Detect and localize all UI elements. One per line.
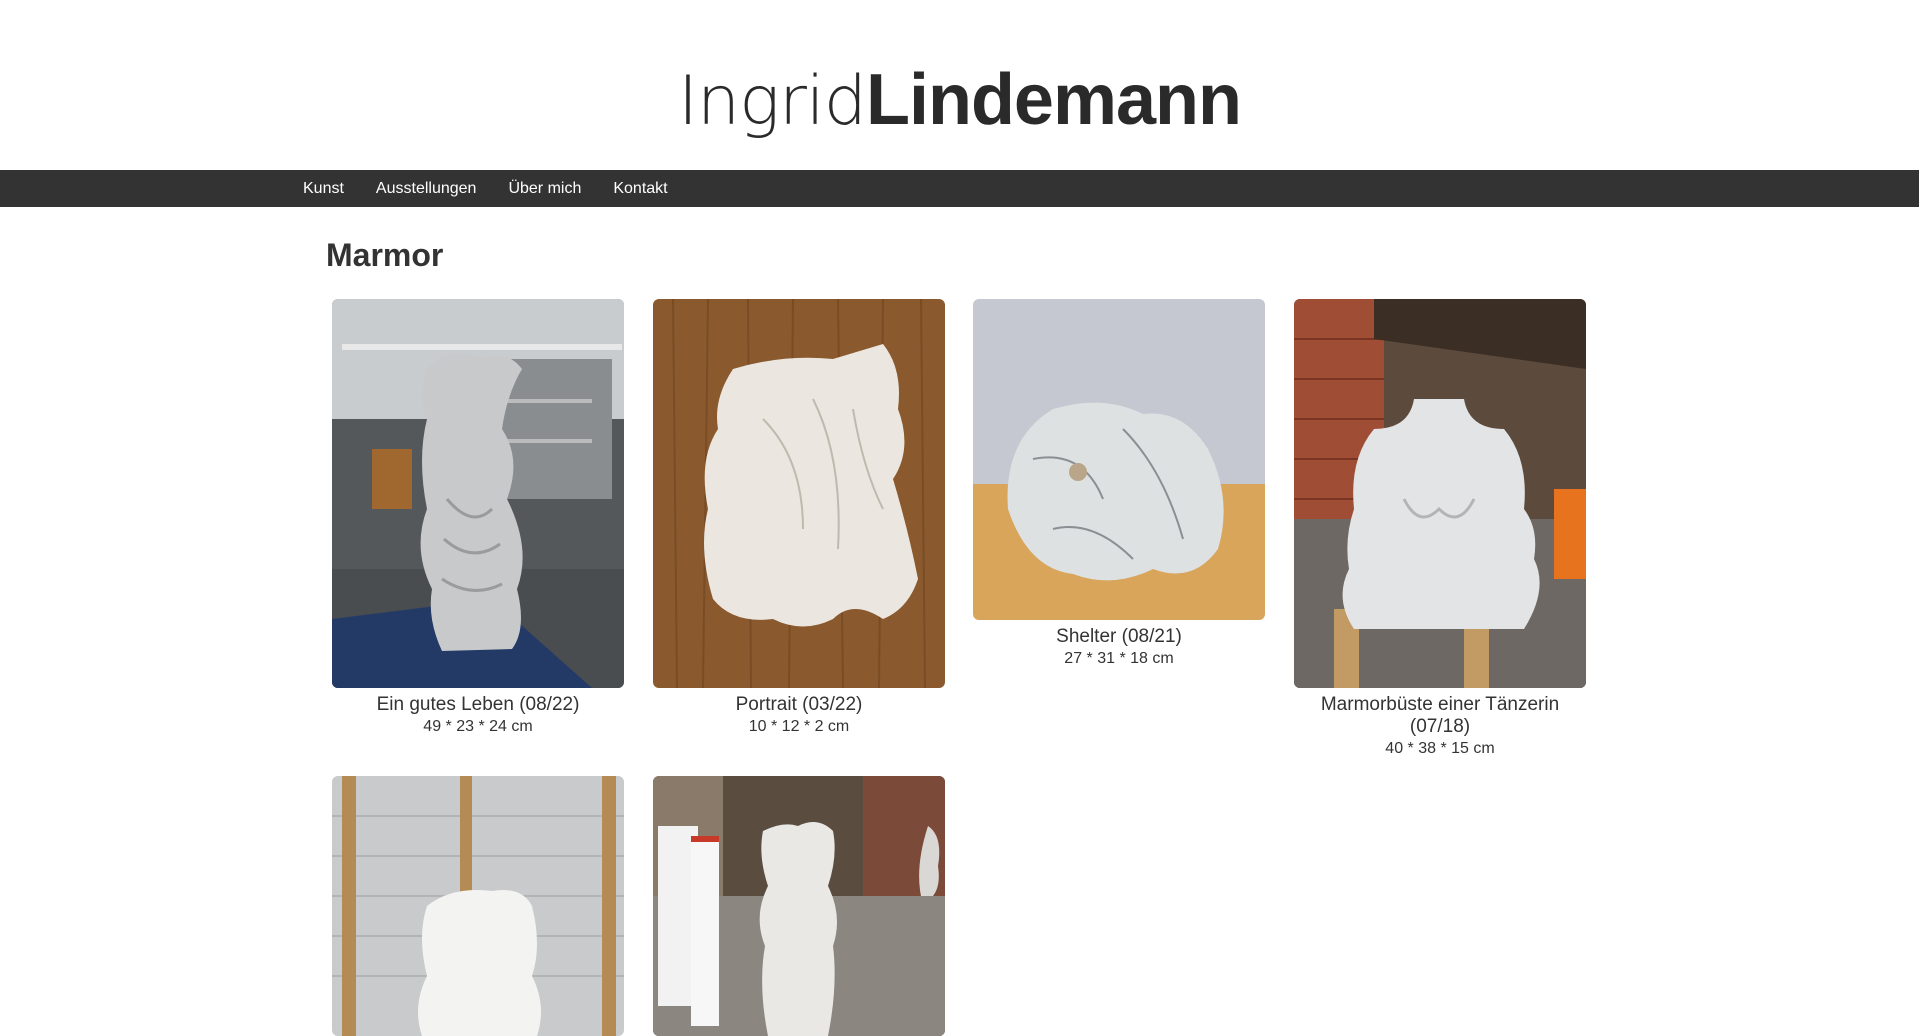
nav-item-kontakt[interactable]: Kontakt bbox=[613, 180, 667, 198]
nav-item-kunst[interactable]: Kunst bbox=[303, 180, 344, 198]
artwork-image[interactable] bbox=[653, 299, 945, 688]
main-navigation: Kunst Ausstellungen Über mich Kontakt bbox=[0, 170, 1919, 207]
artwork-image[interactable] bbox=[973, 299, 1265, 620]
artwork-title: Ein gutes Leben (08/22) bbox=[376, 694, 580, 715]
artwork-dimensions: 10 * 12 * 2 cm bbox=[748, 718, 850, 735]
artwork-title: Portrait (03/22) bbox=[735, 694, 863, 715]
site-header: IngridLindemann bbox=[0, 0, 1919, 170]
nav-item-ueber-mich[interactable]: Über mich bbox=[508, 180, 581, 198]
artwork-dimensions: 40 * 38 * 15 cm bbox=[1385, 740, 1495, 757]
artwork-dimensions: 49 * 23 * 24 cm bbox=[423, 718, 533, 735]
gallery-item: Shelter (08/21) 27 * 31 * 18 cm bbox=[973, 299, 1265, 668]
artwork-dimensions: 27 * 31 * 18 cm bbox=[1064, 650, 1174, 667]
nav-item-ausstellungen[interactable]: Ausstellungen bbox=[376, 180, 477, 198]
artwork-image[interactable] bbox=[332, 299, 624, 688]
artwork-image[interactable] bbox=[1294, 299, 1586, 688]
artwork-image[interactable] bbox=[653, 776, 945, 1036]
site-logo[interactable]: IngridLindemann bbox=[0, 58, 1919, 144]
page-title: Marmor bbox=[326, 237, 444, 273]
gallery-item bbox=[653, 776, 945, 1036]
artwork-title: Marmorbüste einer Tänzerin (07/18) bbox=[1320, 694, 1560, 737]
logo-first-name: Ingrid bbox=[678, 62, 867, 141]
gallery-item: Portrait (03/22) 10 * 12 * 2 cm bbox=[653, 299, 945, 736]
artwork-title: Shelter (08/21) bbox=[1056, 626, 1182, 647]
logo-last-name: Lindemann bbox=[865, 60, 1242, 140]
gallery-item: Ein gutes Leben (08/22) 49 * 23 * 24 cm bbox=[332, 299, 624, 736]
gallery-item bbox=[332, 776, 624, 1036]
gallery-item: Marmorbüste einer Tänzerin (07/18) 40 * … bbox=[1294, 299, 1586, 758]
artwork-image[interactable] bbox=[332, 776, 624, 1036]
